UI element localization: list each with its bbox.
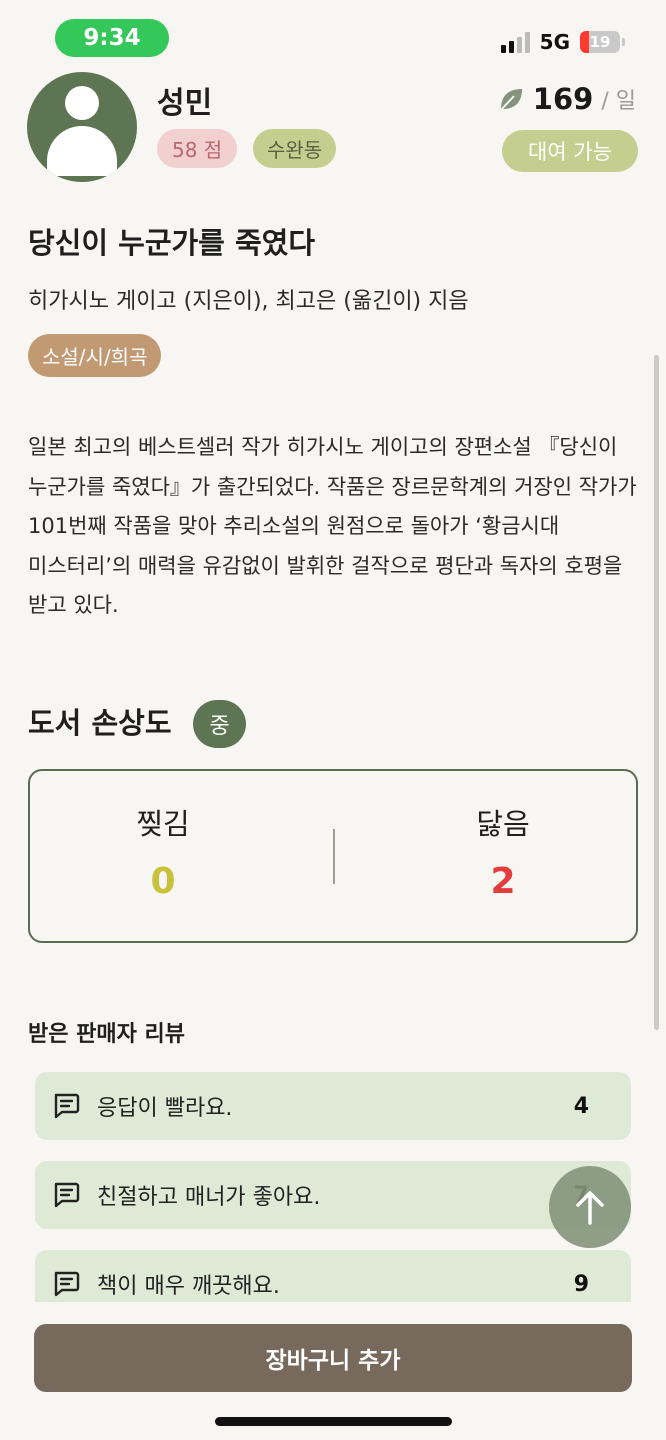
price-amount: 169 bbox=[532, 82, 594, 116]
review-item: 책이 매우 깨끗해요. 9 bbox=[35, 1250, 631, 1302]
add-to-cart-button[interactable]: 장바구니 추가 bbox=[34, 1324, 632, 1392]
chat-bubble-icon bbox=[54, 1271, 80, 1297]
battery-icon: 19 bbox=[580, 31, 625, 53]
battery-level: 19 bbox=[589, 33, 611, 51]
divider bbox=[333, 829, 335, 884]
price-unit: / 일 bbox=[601, 89, 636, 114]
book-description: 일본 최고의 베스트셀러 작가 히가시노 게이고의 장편소설 『당신이 누군가를… bbox=[28, 435, 637, 617]
status-time: 9:34 bbox=[55, 19, 169, 57]
torn-stat: 찢김 0 bbox=[63, 801, 263, 902]
price: 169 / 일 bbox=[497, 82, 636, 116]
location-badge: 수완동 bbox=[253, 129, 337, 168]
seller-name[interactable]: 성민 bbox=[157, 78, 212, 122]
book-authors: 히가시노 게이고 (지은이), 최고은 (옮긴이) 지음 bbox=[28, 289, 469, 314]
rental-status-badge: 대여 가능 bbox=[502, 130, 638, 172]
review-text: 친절하고 매너가 좋아요. bbox=[97, 1185, 321, 1210]
review-item: 응답이 빨라요. 4 bbox=[35, 1072, 631, 1140]
review-count: 9 bbox=[573, 1271, 589, 1297]
review-text: 응답이 빨라요. bbox=[97, 1096, 233, 1121]
review-count: 4 bbox=[573, 1093, 589, 1119]
torn-value: 0 bbox=[150, 861, 176, 902]
damage-title: 도서 손상도 bbox=[28, 706, 172, 740]
chat-bubble-icon bbox=[54, 1093, 80, 1119]
home-indicator[interactable] bbox=[215, 1417, 452, 1426]
worn-stat: 닳음 2 bbox=[403, 801, 603, 902]
scrollbar[interactable] bbox=[654, 355, 659, 1030]
arrow-up-icon bbox=[576, 1191, 604, 1225]
damage-card: 찢김 0 닳음 2 bbox=[28, 769, 638, 943]
chat-bubble-icon bbox=[54, 1182, 80, 1208]
genre-badge: 소설/시/희곡 bbox=[28, 334, 162, 377]
review-text: 책이 매우 깨끗해요. bbox=[97, 1274, 280, 1299]
scroll-top-button[interactable] bbox=[549, 1166, 631, 1248]
leaf-icon bbox=[500, 89, 522, 111]
signal-icon bbox=[500, 31, 530, 53]
book-title: 당신이 누군가를 죽였다 bbox=[28, 226, 315, 260]
worn-label: 닳음 bbox=[476, 807, 530, 841]
status-indicators: 5G 19 bbox=[500, 30, 625, 54]
score-badge: 58 점 bbox=[157, 129, 238, 168]
network-label: 5G bbox=[539, 30, 570, 54]
torn-label: 찢김 bbox=[136, 807, 190, 841]
worn-value: 2 bbox=[490, 861, 516, 902]
reviews-title: 받은 판매자 리뷰 bbox=[28, 1022, 185, 1047]
damage-level-badge: 중 bbox=[193, 700, 246, 748]
user-avatar-icon[interactable] bbox=[27, 72, 137, 182]
review-item: 친절하고 매너가 좋아요. 7 bbox=[35, 1161, 631, 1229]
